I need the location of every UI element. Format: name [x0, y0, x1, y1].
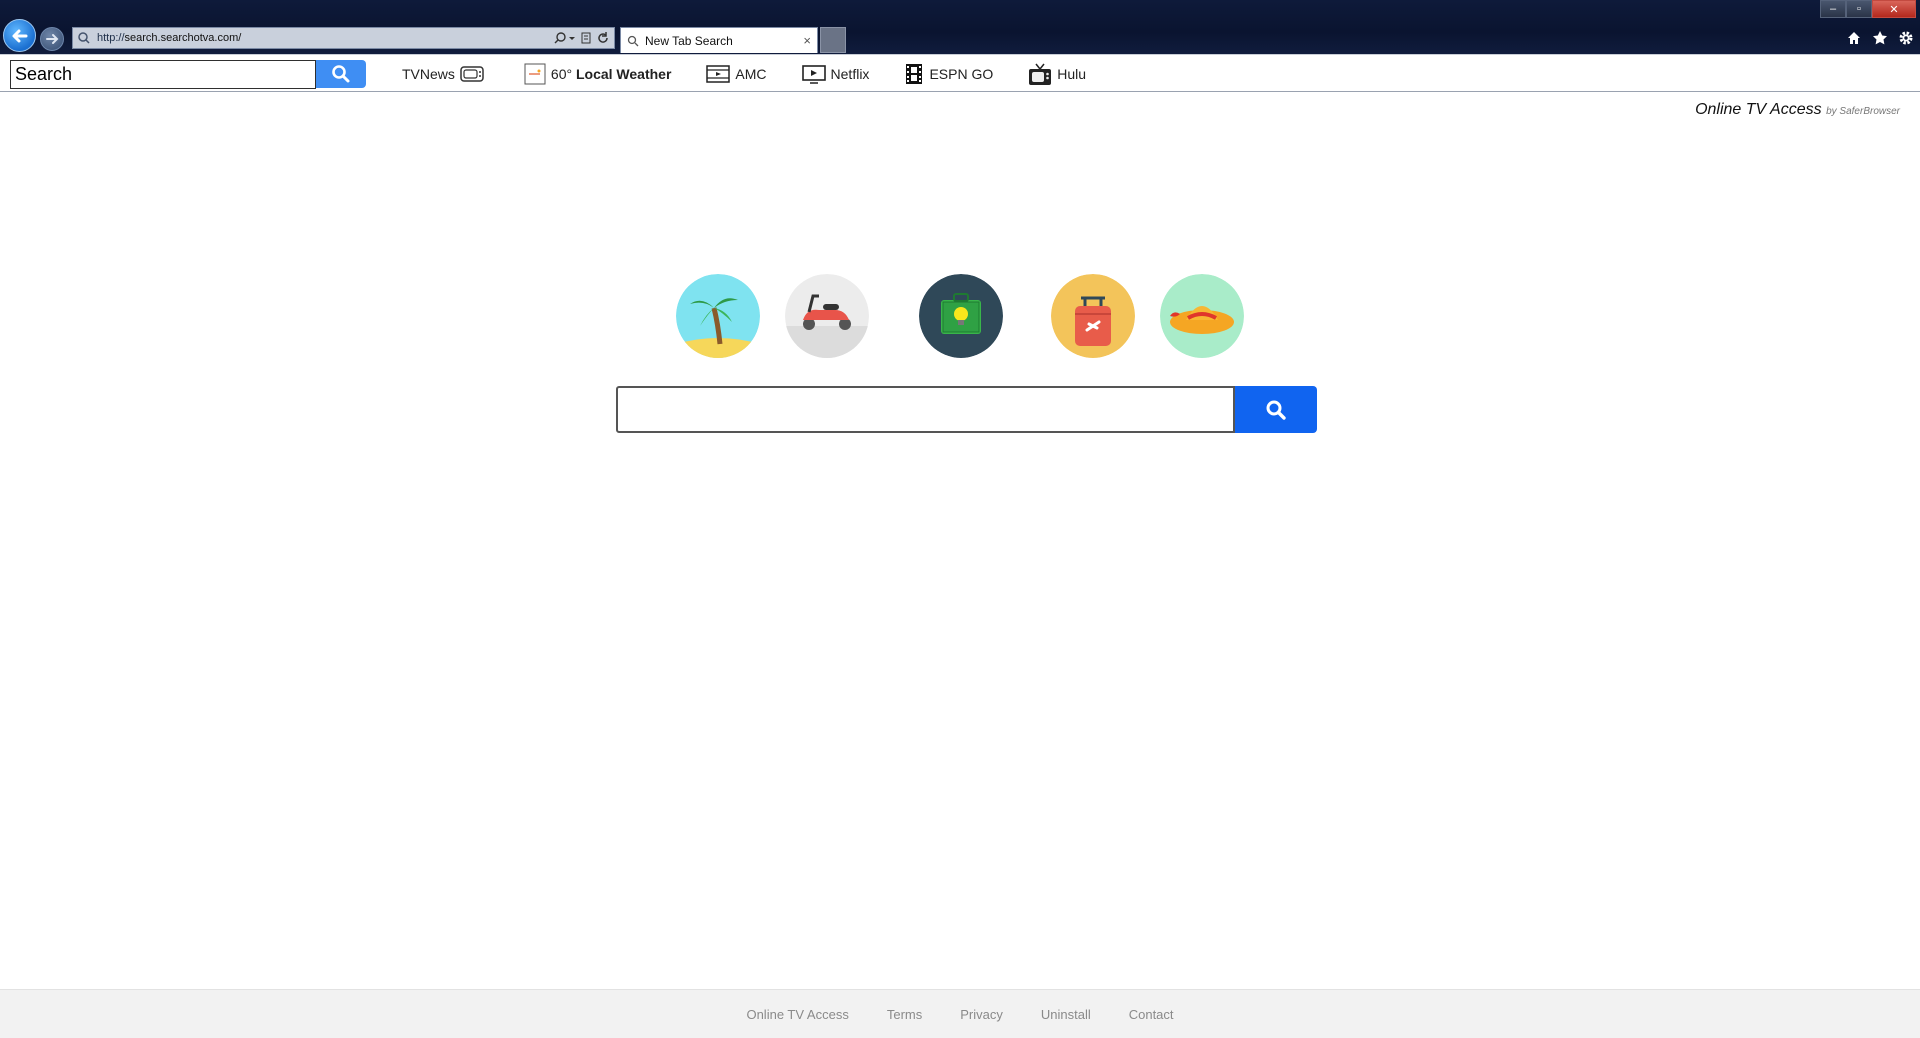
- filmstrip-icon: [906, 64, 923, 84]
- minimize-button[interactable]: –: [1820, 0, 1846, 18]
- footer: Online TV Access Terms Privacy Uninstall…: [0, 989, 1920, 1038]
- tab-title: New Tab Search: [645, 33, 733, 48]
- palm-tree-icon: [676, 274, 760, 358]
- toolbar-link-label: AMC: [735, 66, 767, 82]
- address-bar[interactable]: http://search.searchotva.com/: [72, 27, 615, 49]
- main-search-button[interactable]: [1235, 386, 1317, 433]
- brand-name: Online TV Access: [1695, 101, 1822, 118]
- search-icon: [332, 65, 350, 83]
- close-tab-icon[interactable]: ×: [803, 33, 811, 48]
- maximize-button[interactable]: ▫: [1846, 0, 1872, 18]
- footer-link-terms[interactable]: Terms: [887, 1007, 922, 1022]
- window-controls: – ▫ ✕: [1820, 0, 1916, 18]
- scooter-icon: [785, 274, 869, 358]
- address-url: http://search.searchotva.com/: [97, 32, 554, 44]
- weather-temperature: 60°: [550, 66, 573, 82]
- search-icon: [78, 32, 90, 44]
- toolbar-link-tvnews[interactable]: TVNews: [402, 65, 489, 83]
- footer-link-privacy[interactable]: Privacy: [960, 1007, 1003, 1022]
- toolbar-link-netflix[interactable]: Netflix: [797, 64, 870, 84]
- weather-icon: [524, 63, 546, 85]
- toolbar-link-label: ESPN GO: [929, 66, 994, 82]
- toolbar-search-button[interactable]: [316, 60, 366, 88]
- url-prefix: http://: [97, 32, 125, 44]
- search-dropdown-icon[interactable]: [554, 31, 576, 45]
- toolbar-link-label: Netflix: [830, 66, 870, 82]
- brand-by: by SaferBrowser: [1826, 106, 1900, 117]
- suitcase-bulb-icon: [919, 274, 1003, 358]
- toolbar-link-amc[interactable]: AMC: [701, 64, 767, 84]
- brand-logo: Online TV Access by SaferBrowser: [1695, 101, 1900, 119]
- compatibility-view-icon[interactable]: [580, 31, 592, 45]
- gear-icon[interactable]: [1898, 30, 1914, 46]
- back-button[interactable]: [3, 19, 36, 52]
- toolbar-links: TVNews 60° Local Weather AMC Netflix ESP…: [402, 55, 1116, 93]
- sun-hat-icon: [1160, 274, 1244, 358]
- toolbar-link-local-weather[interactable]: 60° Local Weather: [519, 63, 672, 85]
- browser-titlebar: http://search.searchotva.com/ New Tab Se…: [0, 0, 1920, 54]
- toolbar-link-hulu[interactable]: Hulu: [1023, 62, 1086, 86]
- arrow-right-icon: [46, 34, 59, 44]
- star-icon[interactable]: [1872, 30, 1888, 46]
- tab-new-tab-search[interactable]: New Tab Search ×: [620, 27, 818, 53]
- toolbar-link-label: TVNews: [402, 66, 455, 82]
- tv-icon: [460, 66, 484, 82]
- search-icon: [627, 35, 639, 46]
- main-search-input[interactable]: [616, 386, 1235, 433]
- retro-tv-icon: [1029, 63, 1052, 85]
- toolbar-link-label: Local Weather: [575, 66, 672, 82]
- toolbar-link-espn-go[interactable]: ESPN GO: [899, 63, 993, 85]
- search-icon: [1266, 400, 1286, 420]
- arrow-left-icon: [12, 29, 27, 42]
- new-tab-button[interactable]: [820, 27, 846, 53]
- toolbar-search-input[interactable]: [10, 60, 316, 89]
- home-icon[interactable]: [1846, 30, 1862, 46]
- luggage-icon: [1051, 274, 1135, 358]
- film-icon: [706, 65, 731, 83]
- forward-button[interactable]: [40, 27, 64, 51]
- url-host: search.searchotva.com/: [124, 32, 242, 44]
- close-window-button[interactable]: ✕: [1872, 0, 1916, 18]
- extension-toolbar: TVNews 60° Local Weather AMC: [0, 54, 1920, 92]
- play-screen-icon: [801, 65, 826, 84]
- footer-link-contact[interactable]: Contact: [1129, 1007, 1174, 1022]
- footer-link-uninstall[interactable]: Uninstall: [1041, 1007, 1091, 1022]
- toolbar-link-label: Hulu: [1057, 66, 1087, 82]
- browser-actions: [1846, 30, 1914, 46]
- footer-link-online-tv-access[interactable]: Online TV Access: [746, 1007, 848, 1022]
- refresh-icon[interactable]: [596, 31, 610, 45]
